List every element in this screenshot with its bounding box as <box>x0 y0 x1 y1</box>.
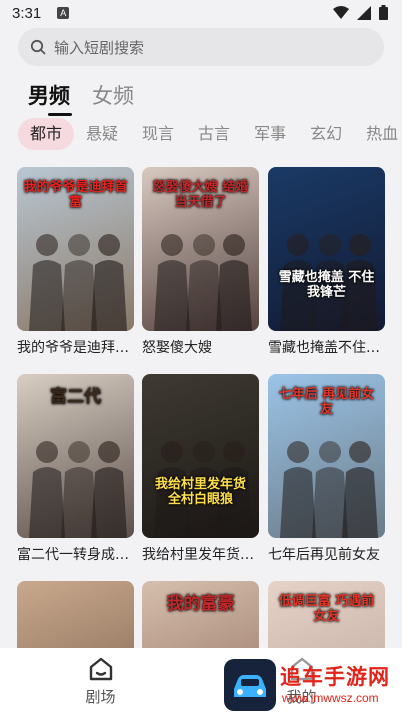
drama-poster[interactable]: 我的爷爷是迪拜首富 <box>17 167 134 331</box>
drama-poster[interactable]: 七年后 再见前女友 <box>268 374 385 538</box>
status-time: 3:31 <box>12 4 42 22</box>
drama-card[interactable]: 我给村里发年货 全村白眼狼我给村里发年货全村白眼狼 <box>142 374 259 564</box>
category-row: 都市 悬疑 现言 古言 军事 玄幻 热血 <box>18 118 402 150</box>
category-chip[interactable]: 现言 <box>130 118 186 150</box>
category-chip[interactable]: 悬疑 <box>74 118 130 150</box>
category-chip[interactable]: 热血 <box>354 118 402 150</box>
poster-title-text: 富二代 <box>50 387 101 407</box>
drama-poster[interactable]: 我给村里发年货 全村白眼狼 <box>142 374 259 538</box>
drama-poster[interactable]: 怒娶傻大嫂 结婚当天借了 <box>142 167 259 331</box>
nav-label-theater: 剧场 <box>85 688 116 706</box>
category-chip[interactable]: 军事 <box>242 118 298 150</box>
category-chip[interactable]: 古言 <box>186 118 242 150</box>
tab-gender-female[interactable]: 女频 <box>92 80 134 116</box>
poster-figures <box>154 441 252 538</box>
drama-title[interactable]: 七年后再见前女友 <box>268 544 385 564</box>
category-chip[interactable]: 都市 <box>18 118 75 150</box>
watermark-logo <box>224 659 276 711</box>
drama-card[interactable]: 富二代富二代一转身成为大佬 <box>17 374 134 564</box>
drama-poster[interactable]: 富二代 <box>17 374 134 538</box>
poster-title-text: 我的富豪 <box>166 594 235 614</box>
drama-title[interactable]: 我的爷爷是迪拜首富 <box>17 337 134 357</box>
status-icons <box>333 5 388 20</box>
watermark-text: 追车手游网 <box>280 665 390 689</box>
signal-icon <box>357 5 371 20</box>
drama-card[interactable]: 我的爷爷是迪拜首富 我的爷爷是迪拜首富 <box>17 167 134 357</box>
poster-title-text: 怒娶傻大嫂 结婚当天借了 <box>152 180 249 210</box>
site-watermark: 追车手游网 www.lmwwsz.com <box>222 657 400 713</box>
poster-title-text: 我给村里发年货 全村白眼狼 <box>154 477 246 507</box>
home-icon <box>89 657 112 681</box>
drama-poster[interactable]: 雪藏也掩盖 不住我锋芒 <box>268 167 385 331</box>
search-bar[interactable]: 输入短剧搜索 <box>18 28 384 66</box>
poster-title-text: 七年后 再见前女友 <box>278 387 375 417</box>
drama-title[interactable]: 富二代一转身成为大佬 <box>17 544 134 564</box>
watermark-url: www.lmwwsz.com <box>282 691 379 705</box>
search-icon <box>30 39 46 55</box>
drama-card[interactable]: 雪藏也掩盖 不住我锋芒雪藏也掩盖不住锋芒 <box>268 167 385 357</box>
search-input[interactable]: 输入短剧搜索 <box>54 37 144 58</box>
wifi-icon <box>333 5 349 19</box>
status-bar: 3:31 A <box>0 0 402 26</box>
drama-card[interactable]: 怒娶傻大嫂 结婚当天借了怒娶傻大嫂 <box>142 167 259 357</box>
tab-gender-male[interactable]: 男频 <box>28 80 72 116</box>
poster-title-text: 我的爷爷是迪拜首富 <box>23 180 128 210</box>
poster-title-text: 低调巨富 巧遇前女友 <box>278 594 375 624</box>
drama-title[interactable]: 我给村里发年货全村白眼狼 <box>142 544 259 564</box>
category-chip[interactable]: 玄幻 <box>298 118 354 150</box>
drama-card[interactable]: 七年后 再见前女友七年后再见前女友 <box>268 374 385 564</box>
drama-title[interactable]: 怒娶傻大嫂 <box>142 337 259 357</box>
poster-title-text: 雪藏也掩盖 不住我锋芒 <box>278 270 375 300</box>
poster-figures <box>280 234 378 331</box>
car-icon <box>234 675 266 697</box>
battery-icon <box>379 5 388 20</box>
gender-tabs: 男频 女频 <box>28 80 134 116</box>
notification-icon: A <box>57 7 70 19</box>
drama-title[interactable]: 雪藏也掩盖不住锋芒 <box>268 337 385 357</box>
nav-item-theater[interactable]: 剧场 <box>0 648 201 716</box>
